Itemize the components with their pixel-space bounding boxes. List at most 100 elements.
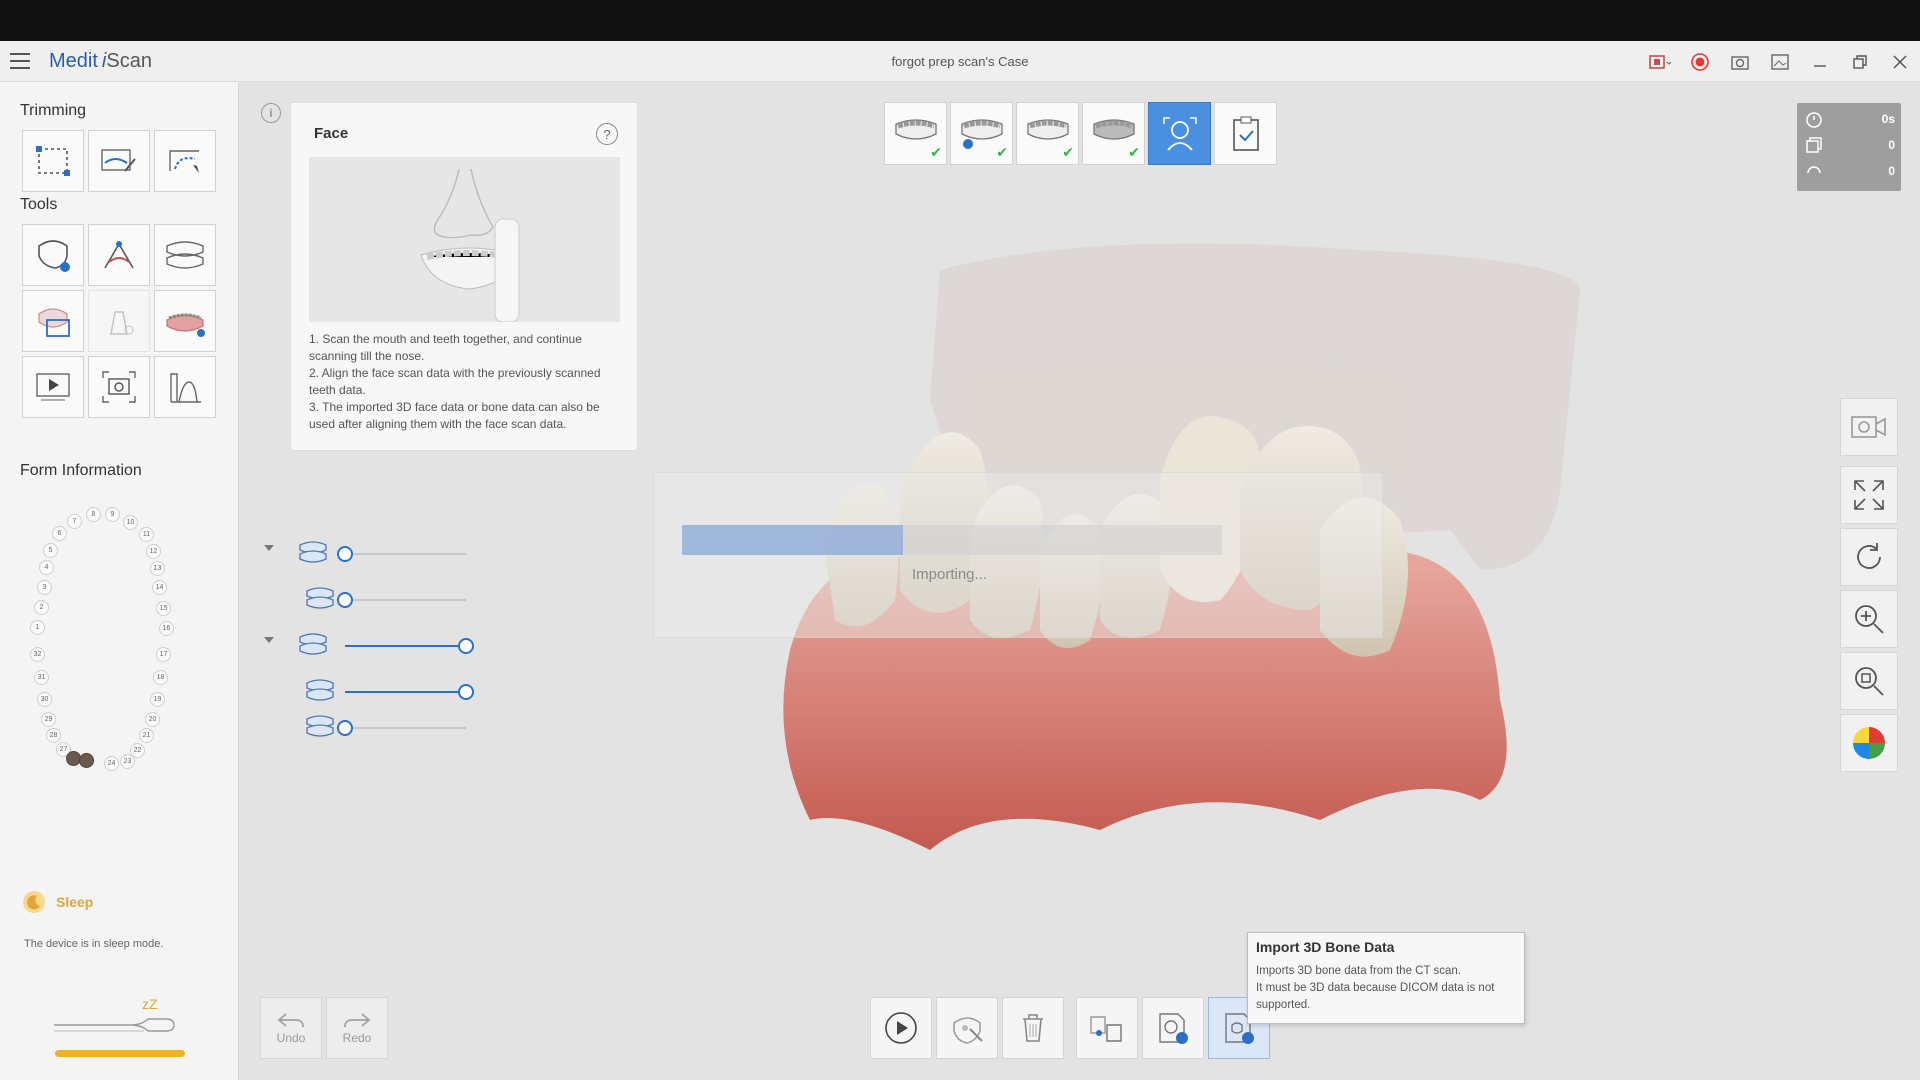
minimize-icon[interactable] bbox=[1800, 41, 1840, 82]
rotate-icon bbox=[1857, 543, 1881, 569]
tooth-11[interactable]: 11 bbox=[139, 527, 154, 542]
tooth-32[interactable]: 32 bbox=[30, 647, 45, 662]
gallery-icon[interactable] bbox=[1760, 41, 1800, 82]
tooltip-body: Imports 3D bone data from the CT scan. I… bbox=[1256, 963, 1516, 1014]
tooth-5[interactable]: 5 bbox=[43, 543, 58, 558]
restore-icon[interactable] bbox=[1840, 41, 1880, 82]
stage-face[interactable] bbox=[1148, 102, 1211, 165]
tooth-23[interactable]: 23 bbox=[120, 754, 135, 769]
tooth-6[interactable]: 6 bbox=[52, 526, 67, 541]
abutment-tool[interactable] bbox=[88, 290, 150, 352]
brush-trim-tool[interactable] bbox=[88, 130, 150, 192]
tooth-7[interactable]: 7 bbox=[67, 514, 82, 529]
frame-count-stat: 0 bbox=[1805, 135, 1895, 155]
opacity-slider[interactable] bbox=[345, 638, 474, 654]
opacity-slider[interactable] bbox=[337, 546, 466, 562]
sleep-description: The device is in sleep mode. bbox=[24, 938, 164, 950]
close-icon[interactable] bbox=[1880, 41, 1920, 82]
opacity-slider-row bbox=[260, 627, 490, 657]
opacity-slider[interactable] bbox=[345, 684, 474, 700]
tooth-9[interactable]: 9 bbox=[105, 507, 120, 522]
action-bar bbox=[870, 997, 1270, 1059]
tooth-21[interactable]: 21 bbox=[139, 728, 154, 743]
lock-tooth-tool[interactable] bbox=[22, 224, 84, 286]
capture-tool[interactable] bbox=[88, 356, 150, 418]
zoom-in-icon bbox=[1855, 605, 1884, 634]
import-bone-tooltip: Import 3D Bone Data Imports 3D bone data… bbox=[1247, 932, 1525, 1024]
menu-icon[interactable] bbox=[10, 53, 30, 69]
slider-handle[interactable] bbox=[337, 720, 353, 736]
layout-dropdown-icon[interactable] bbox=[1640, 41, 1680, 82]
form-information-title: Form Information bbox=[20, 462, 142, 479]
stage-review[interactable] bbox=[1214, 102, 1277, 165]
margin-tool[interactable] bbox=[88, 224, 150, 286]
tooth-30[interactable]: 30 bbox=[37, 692, 52, 707]
rotate-view-button[interactable] bbox=[1840, 528, 1898, 586]
zoom-in-button[interactable] bbox=[1840, 590, 1898, 648]
tooth-20[interactable]: 20 bbox=[145, 712, 160, 727]
color-map-button[interactable] bbox=[1840, 714, 1898, 772]
opacity-slider[interactable] bbox=[337, 592, 466, 608]
tooth-17[interactable]: 17 bbox=[156, 647, 171, 662]
tooth-12[interactable]: 12 bbox=[146, 544, 161, 559]
tooth-25[interactable]: 25 bbox=[79, 753, 94, 768]
select-trim-tool[interactable] bbox=[22, 130, 84, 192]
tooth-16[interactable]: 16 bbox=[159, 621, 174, 636]
collapse-caret-icon[interactable] bbox=[264, 637, 274, 643]
zoom-fit-button[interactable] bbox=[1840, 652, 1898, 710]
collapse-caret-icon[interactable] bbox=[264, 545, 274, 551]
face-guide-card: Face ? 1. Scan the mouth and teeth toget… bbox=[290, 102, 638, 451]
tooth-31[interactable]: 31 bbox=[34, 670, 49, 685]
slider-handle[interactable] bbox=[458, 684, 474, 700]
tooth-1[interactable]: 1 bbox=[30, 620, 45, 635]
video-camera-icon bbox=[1851, 416, 1886, 438]
undo-icon bbox=[277, 1013, 304, 1028]
remove-noise-button[interactable] bbox=[936, 997, 998, 1059]
scan-data-icon bbox=[306, 587, 334, 609]
tooth-18[interactable]: 18 bbox=[153, 670, 168, 685]
stage-mandible[interactable]: ✔ bbox=[1016, 102, 1079, 165]
face-step-2: 2. Align the face scan data with the pre… bbox=[309, 366, 601, 397]
arch-tool[interactable] bbox=[154, 224, 216, 286]
lasso-trim-tool[interactable] bbox=[154, 130, 216, 192]
delete-button[interactable] bbox=[1002, 997, 1064, 1059]
play-tool[interactable] bbox=[22, 356, 84, 418]
tooth-3[interactable]: 3 bbox=[37, 580, 52, 595]
undo-button[interactable]: Undo bbox=[260, 997, 322, 1059]
tooth-28[interactable]: 28 bbox=[46, 728, 61, 743]
tooth-10[interactable]: 10 bbox=[123, 515, 138, 530]
moon-icon bbox=[23, 891, 45, 913]
import-face-data-button[interactable] bbox=[1142, 997, 1204, 1059]
tooth-13[interactable]: 13 bbox=[150, 561, 165, 576]
tooth-29[interactable]: 29 bbox=[41, 712, 56, 727]
slider-handle[interactable] bbox=[458, 638, 474, 654]
info-icon[interactable]: i bbox=[261, 103, 281, 123]
video-camera-button[interactable] bbox=[1840, 398, 1898, 456]
gingiva-tool[interactable] bbox=[154, 290, 216, 352]
help-icon[interactable]: ? bbox=[596, 123, 618, 145]
screenshot-icon[interactable] bbox=[1720, 41, 1760, 82]
stage-maxilla-prep[interactable]: ✔ bbox=[950, 102, 1013, 165]
fit-view-button[interactable] bbox=[1840, 466, 1898, 524]
redo-button[interactable]: Redo bbox=[326, 997, 388, 1059]
record-icon[interactable] bbox=[1680, 41, 1720, 82]
view-toolbar bbox=[1840, 398, 1898, 772]
stage-occlusion[interactable]: ✔ bbox=[1082, 102, 1145, 165]
tooltip-line-1: Imports 3D bone data from the CT scan. bbox=[1256, 965, 1461, 977]
tooth-19[interactable]: 19 bbox=[150, 692, 165, 707]
tooth-14[interactable]: 14 bbox=[152, 580, 167, 595]
tooth-2[interactable]: 2 bbox=[34, 600, 49, 615]
play-scan-button[interactable] bbox=[870, 997, 932, 1059]
slider-handle[interactable] bbox=[337, 546, 353, 562]
tooth-4[interactable]: 4 bbox=[39, 560, 54, 575]
measure-tool[interactable] bbox=[154, 356, 216, 418]
stage-maxilla[interactable]: ✔ bbox=[884, 102, 947, 165]
tooltip-title: Import 3D Bone Data bbox=[1256, 939, 1395, 955]
slider-handle[interactable] bbox=[337, 592, 353, 608]
align-data-button[interactable] bbox=[1076, 997, 1138, 1059]
opacity-slider[interactable] bbox=[337, 720, 466, 736]
tooth-24[interactable]: 24 bbox=[104, 756, 119, 771]
tooth-15[interactable]: 15 bbox=[156, 601, 171, 616]
tooth-8[interactable]: 8 bbox=[86, 507, 101, 522]
overlay-tool[interactable] bbox=[22, 290, 84, 352]
